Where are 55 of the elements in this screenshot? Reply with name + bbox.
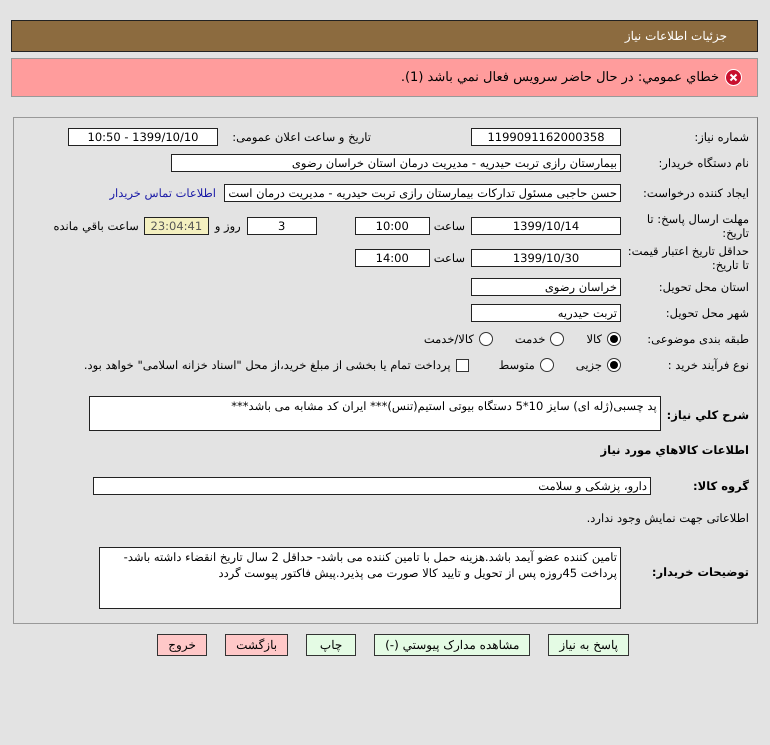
- section-label: توضیحات خریدار:: [650, 565, 749, 580]
- field-label: مهلت ارسال پاسخ: تا تاریخ:: [646, 212, 749, 240]
- option-label: خدمت: [514, 332, 546, 346]
- checkbox[interactable]: [456, 358, 469, 372]
- empty-message: اطلاعاتی جهت نمایش وجود ندارد.: [586, 511, 749, 525]
- field-label: شهر محل تحویل:: [664, 306, 749, 320]
- radio-button[interactable]: [478, 332, 493, 346]
- field-label: حداقل تاریخ اعتبار قیمت: تا تاریخ:: [626, 244, 749, 272]
- days-field[interactable]: 3: [246, 217, 317, 235]
- remaining-time-field[interactable]: 23:04:41: [144, 217, 209, 235]
- field-label: روز و: [214, 219, 241, 233]
- field-label: ساعت: [434, 219, 465, 233]
- city-field[interactable]: تربت حیدریه: [471, 304, 621, 322]
- error-icon: [725, 69, 742, 86]
- buyer-org-field[interactable]: بیمارستان رازی تربت حیدریه - مدیریت درمان استان خراسان رضوی: [171, 154, 621, 172]
- page-header: جزئیات اطلاعات نیاز: [11, 20, 758, 52]
- province-field[interactable]: خراسان رضوی: [471, 278, 621, 296]
- field-label: تاریخ و ساعت اعلان عمومی:: [231, 130, 371, 144]
- field-label: شماره نیاز:: [693, 130, 749, 144]
- contact-link[interactable]: اطلاعات تماس خریدار: [109, 186, 216, 200]
- announce-date-field[interactable]: 1399/10/10 - 10:50: [68, 128, 218, 146]
- time-field[interactable]: 10:00: [354, 217, 430, 235]
- checkbox-label: پرداخت تمام یا بخشی از مبلغ خرید،از محل "اسناد خزانه اسلامی" خواهد بود.: [84, 358, 451, 372]
- section-label: شرح کلي نياز:: [666, 408, 749, 422]
- option-label: متوسط: [498, 358, 535, 372]
- error-message: خطاي عمومي: در حال حاضر سرويس فعال نمي باشد (1).: [400, 70, 719, 85]
- date-field[interactable]: 1399/10/14: [471, 217, 621, 235]
- buyer-notes-box[interactable]: تامین کننده عضو آیمد باشد.هزینه حمل با تامین کننده می باشد- حداقل 2 سال تاریخ انقضاء داشته باشد-پرداخت 45روزه پس از تحویل و تایید کالا صورت می پذیرد.پیش فاکتور پیوست گردد: [99, 547, 621, 609]
- goods-group-field[interactable]: دارو، پزشکی و سلامت: [93, 477, 651, 495]
- field-label: ساعت باقي مانده: [54, 219, 139, 233]
- radio-button[interactable]: [607, 358, 621, 372]
- field-label: ساعت: [434, 251, 465, 265]
- section-heading: اطلاعات کالاهاي مورد نياز: [600, 443, 749, 457]
- action-button[interactable]: چاپ: [306, 634, 356, 656]
- section-label: گروه کالا:: [692, 478, 749, 494]
- field-label: نوع فرآیند خرید :: [666, 358, 749, 372]
- field-label: ایجاد کننده درخواست:: [642, 186, 749, 200]
- radio-button[interactable]: [540, 358, 554, 372]
- radio-button[interactable]: [550, 332, 564, 346]
- option-label: کالا: [586, 332, 602, 346]
- description-box[interactable]: پد چسبی(ژله ای) سایز 10*5 دستگاه بیوتی استیم(تنس)*** ایران کد مشابه می باشد***: [88, 396, 661, 431]
- action-button[interactable]: پاسخ به نیاز: [548, 634, 629, 656]
- requester-field[interactable]: حسن حاجبی مسئول تدارکات بیمارستان رازی تربت حیدریه - مدیریت درمان است: [224, 184, 621, 202]
- option-label: جزیی: [576, 358, 602, 372]
- radio-button[interactable]: [607, 332, 621, 346]
- option-label: کالا/خدمت: [424, 332, 474, 346]
- need-number-field[interactable]: 1199091162000358: [471, 128, 621, 146]
- field-label: استان محل تحویل:: [658, 280, 749, 294]
- action-button[interactable]: بازگشت: [225, 634, 288, 656]
- action-button[interactable]: مشاهده مدارک پیوستي (-): [374, 634, 530, 656]
- field-label: طبقه بندی موضوعی:: [646, 332, 749, 346]
- action-button[interactable]: خروج: [157, 634, 208, 656]
- date-field[interactable]: 1399/10/30: [471, 249, 621, 267]
- time-field[interactable]: 14:00: [354, 249, 430, 267]
- field-label: نام دستگاه خریدار:: [657, 156, 749, 170]
